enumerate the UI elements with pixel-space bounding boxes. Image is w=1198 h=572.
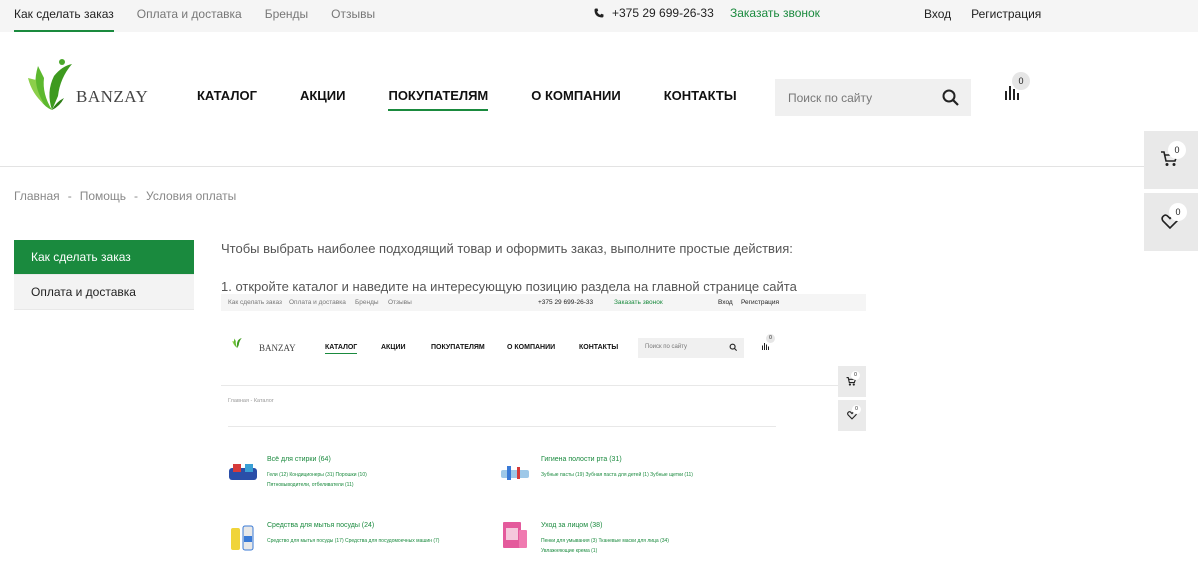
shot-fav-widget: 0: [838, 400, 866, 431]
shot-logo-icon: [232, 338, 242, 348]
breadcrumb-home[interactable]: Главная: [14, 189, 60, 203]
compare-count-badge: 0: [1012, 72, 1030, 90]
register-link[interactable]: Регистрация: [971, 7, 1041, 21]
shot-top-link: Оплата и доставка: [289, 299, 346, 306]
nav-contacts[interactable]: КОНТАКТЫ: [664, 88, 737, 111]
shot-phone: +375 29 699-26-33: [538, 299, 594, 306]
category-subs: Зубные пасты (19) Зубная паста для детей…: [541, 472, 693, 478]
phone-block[interactable]: +375 29 699-26-33: [594, 6, 714, 20]
category-image-oral-care: [501, 466, 529, 480]
category-subs: Пенки для умывания (3) Тканевые маски дл…: [541, 538, 669, 544]
step-1-text: 1. откройте каталог и наведите на интере…: [221, 279, 797, 294]
shot-content-divider: [228, 426, 776, 427]
sidebar-item-how-to-order[interactable]: Как сделать заказ: [14, 240, 194, 275]
nav-catalog[interactable]: КАТАЛОГ: [197, 88, 257, 111]
shot-cart-widget: 0: [838, 366, 866, 397]
category-title: Уход за лицом (38): [541, 522, 603, 529]
header-divider: [0, 166, 1198, 167]
help-sidebar-menu: Как сделать заказ Оплата и доставка: [14, 240, 194, 310]
shot-nav-item: КОНТАКТЫ: [579, 344, 619, 351]
phone-number[interactable]: +375 29 699-26-33: [612, 6, 714, 20]
category-subs: Средство для мытья посуды (17) Средства …: [267, 538, 440, 544]
main-nav: КАТАЛОГ АКЦИИ ПОКУПАТЕЛЯМ О КОМПАНИИ КОН…: [197, 88, 737, 111]
search-icon[interactable]: [941, 88, 961, 108]
top-link-payment-delivery[interactable]: Оплата и доставка: [137, 0, 242, 32]
category-title: Всё для стирки (64): [267, 456, 331, 463]
top-link-how-to-order[interactable]: Как сделать заказ: [14, 0, 114, 32]
top-nav: Как сделать заказ Оплата и доставка Брен…: [14, 0, 398, 32]
shot-callback: Заказать звонок: [614, 299, 663, 306]
shot-nav-item: ПОКУПАТЕЛЯМ: [431, 344, 485, 351]
shot-nav-item: О КОМПАНИИ: [507, 344, 556, 351]
nav-about-company[interactable]: О КОМПАНИИ: [531, 88, 620, 111]
nav-promotions[interactable]: АКЦИИ: [300, 88, 346, 111]
auth-links: Вход Регистрация: [924, 7, 1041, 21]
shot-header-divider: [221, 385, 866, 386]
shot-top-link: Отзывы: [388, 299, 412, 306]
instruction-screenshot: Как сделать заказ Оплата и доставка Брен…: [221, 294, 866, 572]
breadcrumb-help[interactable]: Помощь: [80, 189, 126, 203]
intro-text: Чтобы выбрать наиболее подходящий товар …: [221, 241, 793, 256]
shot-compare-badge: 0: [766, 334, 775, 343]
top-link-reviews[interactable]: Отзывы: [331, 0, 375, 32]
shot-breadcrumb: Главная - Каталог: [228, 398, 274, 404]
login-link[interactable]: Вход: [924, 7, 951, 21]
shot-fav-badge: 0: [852, 405, 861, 414]
shot-top-link: Бренды: [355, 299, 379, 306]
top-link-brands[interactable]: Бренды: [265, 0, 308, 32]
shot-logo-text: BANZAY: [259, 343, 296, 353]
category-image-face-care: [503, 522, 527, 548]
breadcrumb-separator: -: [134, 189, 139, 203]
shot-login: Вход: [718, 299, 733, 306]
logo-text[interactable]: BANZAY: [76, 87, 148, 107]
cart-count-badge: 0: [1168, 141, 1186, 159]
search-box: [775, 79, 971, 116]
top-bar: Как сделать заказ Оплата и доставка Брен…: [0, 0, 1198, 32]
shot-search-box: Поиск по сайту: [638, 338, 744, 358]
callback-link[interactable]: Заказать звонок: [730, 6, 820, 20]
shot-register: Регистрация: [741, 299, 779, 306]
category-subs: Гели (12) Кондиционеры (31) Порошки (10): [267, 472, 367, 478]
category-subs: Пятновыводители, отбеливатели (11): [267, 482, 354, 488]
search-input[interactable]: [775, 79, 935, 116]
breadcrumb: Главная - Помощь - Условия оплаты: [14, 189, 236, 203]
shot-nav-item: КАТАЛОГ: [325, 344, 358, 354]
shot-search-placeholder: Поиск по сайту: [645, 344, 688, 350]
nav-for-customers[interactable]: ПОКУПАТЕЛЯМ: [388, 88, 489, 111]
shot-cart-badge: 0: [851, 371, 860, 380]
side-favorites-button[interactable]: 0: [1144, 193, 1198, 251]
shot-nav-item: АКЦИИ: [381, 344, 406, 351]
category-image-dishwashing: [231, 525, 254, 551]
phone-icon: [594, 8, 604, 18]
breadcrumb-current: Условия оплаты: [146, 189, 237, 203]
side-cart-button[interactable]: 0: [1144, 131, 1198, 189]
category-title: Гигиена полости рта (31): [541, 456, 622, 463]
sidebar-item-payment-delivery[interactable]: Оплата и доставка: [14, 275, 194, 310]
category-title: Средства для мытья посуды (24): [267, 522, 375, 529]
category-subs: Увлажняющие крема (1): [541, 548, 598, 554]
breadcrumb-separator: -: [67, 189, 72, 203]
category-image-laundry: [229, 464, 257, 480]
shot-top-link: Как сделать заказ: [228, 299, 283, 306]
shot-search-icon: [729, 343, 738, 352]
favorites-count-badge: 0: [1169, 203, 1187, 221]
